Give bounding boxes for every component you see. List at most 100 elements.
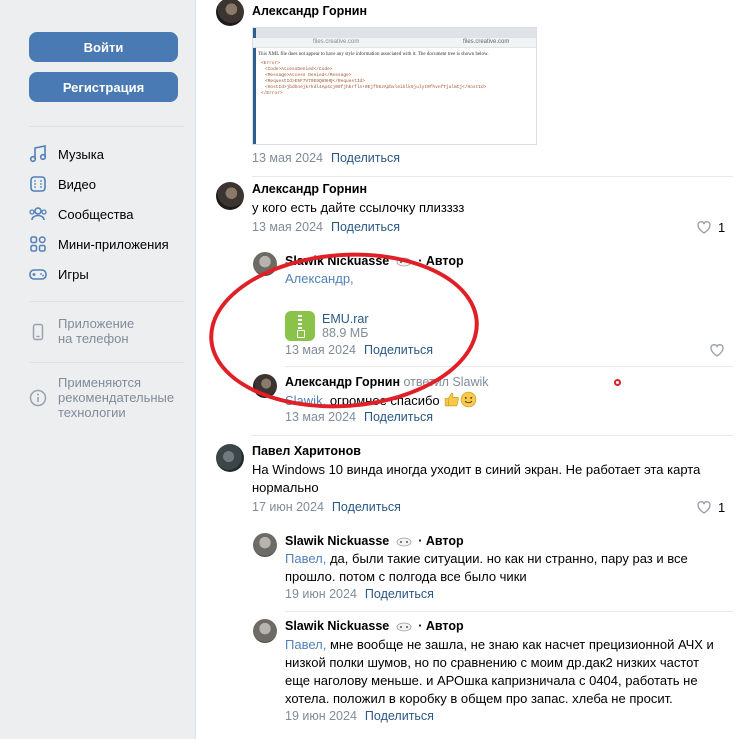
comment-date[interactable]: 19 июн 2024: [285, 587, 357, 601]
comment-date[interactable]: 19 июн 2024: [285, 709, 357, 723]
reply-mention[interactable]: Slawik,: [285, 393, 326, 408]
sidebar-item-recommendations[interactable]: Применяются рекомендательные технологии: [28, 375, 174, 420]
browser-address-bar: files.creative.com files.creative.com: [253, 38, 536, 48]
comments-panel: Александр Горнин files.creative.com file…: [195, 0, 753, 739]
comment-author[interactable]: Slawik Nickuasse: [285, 254, 389, 268]
sidebar-item-video[interactable]: Видео: [28, 173, 96, 195]
comment-author[interactable]: Павел Харитонов: [252, 444, 361, 458]
comment-date[interactable]: 13 мая 2024: [285, 343, 356, 357]
heart-icon: [697, 221, 711, 234]
comment-meta: 13 мая 2024 Поделиться: [285, 410, 433, 424]
comment-text: На Windows 10 винда иногда уходит в сини…: [252, 461, 700, 497]
avatar[interactable]: [253, 533, 277, 557]
divider: [29, 126, 184, 127]
comment-text-line: Slawik, огромное спасибо: [285, 391, 477, 410]
comment-author[interactable]: Slawik Nickuasse: [285, 619, 389, 633]
comment-text-line: низкой полки шумов, но по сравнению с мо…: [285, 655, 700, 670]
divider: [29, 301, 184, 302]
comment-author-line: Slawik Nickuasse · Автор: [285, 534, 464, 548]
share-link[interactable]: Поделиться: [331, 151, 400, 165]
avatar[interactable]: [216, 182, 244, 210]
avatar[interactable]: [253, 374, 277, 398]
rec-line-3: технологии: [58, 405, 126, 420]
share-link[interactable]: Поделиться: [364, 410, 433, 424]
comment-author[interactable]: Slawik Nickuasse: [285, 534, 389, 548]
sidebar-item-games[interactable]: Игры: [28, 263, 89, 285]
avatar[interactable]: [253, 619, 277, 643]
comment-meta: 13 мая 2024 Поделиться: [252, 151, 400, 165]
file-size: 88.9 МБ: [322, 326, 369, 340]
screenshot-attachment[interactable]: files.creative.com files.creative.com Th…: [252, 27, 537, 145]
comment-date[interactable]: 13 мая 2024: [285, 410, 356, 424]
author-tag: · Автор: [418, 254, 464, 268]
sidebar-item-label: Музыка: [58, 146, 104, 162]
divider: [285, 611, 733, 612]
comment-text: Павел, да, были такие ситуации. но как н…: [285, 550, 688, 586]
sidebar-item-label: Сообщества: [58, 206, 134, 222]
register-button[interactable]: Регистрация: [29, 72, 178, 102]
heart-icon: [697, 501, 711, 514]
divider: [252, 176, 733, 177]
login-button[interactable]: Войти: [29, 32, 178, 62]
comment-author[interactable]: Александр Горнин: [285, 375, 400, 389]
address-host: files.creative.com: [463, 39, 510, 45]
smile-emoji: [461, 391, 477, 408]
replied-to: ответил Slawik: [403, 375, 489, 389]
heart-icon: [710, 344, 724, 357]
info-icon: [29, 389, 47, 407]
comment-author-line: Slawik Nickuasse · Автор: [285, 619, 464, 633]
sidebar-item-mobile-app[interactable]: Приложение на телефон: [28, 316, 134, 346]
sidebar-item-communities[interactable]: Сообщества: [28, 203, 134, 225]
divider: [252, 435, 733, 436]
emoji-icon: [396, 257, 412, 267]
thumbs-up-emoji: [445, 392, 460, 407]
sidebar-item-mini-apps[interactable]: Мини-приложения: [28, 233, 169, 255]
share-link[interactable]: Поделиться: [365, 709, 434, 723]
share-link[interactable]: Поделиться: [364, 343, 433, 357]
comment-text-line: еще наголову меньше. и АРОшка капризнича…: [285, 673, 698, 688]
rec-line-2: рекомендательные: [58, 390, 175, 405]
xml-message: This XML file does not appear to have an…: [258, 52, 489, 57]
mini-apps-icon: [30, 236, 46, 252]
sidebar-item-music[interactable]: Музыка: [28, 143, 104, 165]
comment-author[interactable]: Александр Горнин: [252, 4, 367, 18]
archive-file-icon[interactable]: [285, 311, 315, 341]
comment-author-line: Slawik Nickuasse · Автор: [285, 254, 464, 268]
comment-author[interactable]: Александр Горнин: [252, 182, 367, 196]
avatar[interactable]: [216, 0, 244, 26]
comment-date[interactable]: 13 мая 2024: [252, 151, 323, 165]
like-button[interactable]: 1: [696, 219, 725, 235]
comment-author-line: Александр Горнин ответил Slawik: [285, 375, 489, 389]
reply-mention[interactable]: Павел,: [285, 637, 326, 652]
app-line-2: на телефон: [58, 331, 129, 346]
like-button[interactable]: [709, 342, 731, 358]
comment-text: огромное спасибо: [329, 393, 440, 408]
comment-meta: 19 июн 2024 Поделиться: [285, 709, 434, 723]
avatar[interactable]: [216, 444, 244, 472]
share-link[interactable]: Поделиться: [332, 500, 401, 514]
comment-text-line: Павел, да, были такие ситуации. но как н…: [285, 551, 688, 566]
video-icon: [30, 176, 46, 192]
share-link[interactable]: Поделиться: [365, 587, 434, 601]
comment-date[interactable]: 13 мая 2024: [252, 220, 323, 234]
left-sidebar: Войти Регистрация Музыка Видео Сообществ…: [0, 0, 195, 739]
emoji-icon: [396, 537, 412, 547]
comment-date[interactable]: 17 июн 2024: [252, 500, 324, 514]
comment-meta: 13 мая 2024 Поделиться: [252, 220, 400, 234]
reply-mention[interactable]: Павел,: [285, 551, 326, 566]
comment-meta: 17 июн 2024 Поделиться: [252, 500, 401, 514]
comment-text-line: нормально: [252, 480, 319, 495]
share-link[interactable]: Поделиться: [331, 220, 400, 234]
divider: [285, 366, 733, 367]
gamepad-icon: [29, 269, 47, 280]
communities-icon: [29, 207, 47, 221]
reply-mention[interactable]: Александр,: [285, 270, 354, 288]
like-button[interactable]: 1: [696, 499, 725, 515]
comment-text-line: Павел, мне вообще не зашла, не знаю как …: [285, 637, 714, 652]
comment-meta: 19 июн 2024 Поделиться: [285, 587, 434, 601]
app-line-1: Приложение: [58, 316, 135, 331]
author-tag: · Автор: [418, 534, 464, 548]
like-count: 1: [718, 219, 726, 235]
avatar[interactable]: [253, 252, 277, 276]
music-icon: [29, 145, 47, 163]
